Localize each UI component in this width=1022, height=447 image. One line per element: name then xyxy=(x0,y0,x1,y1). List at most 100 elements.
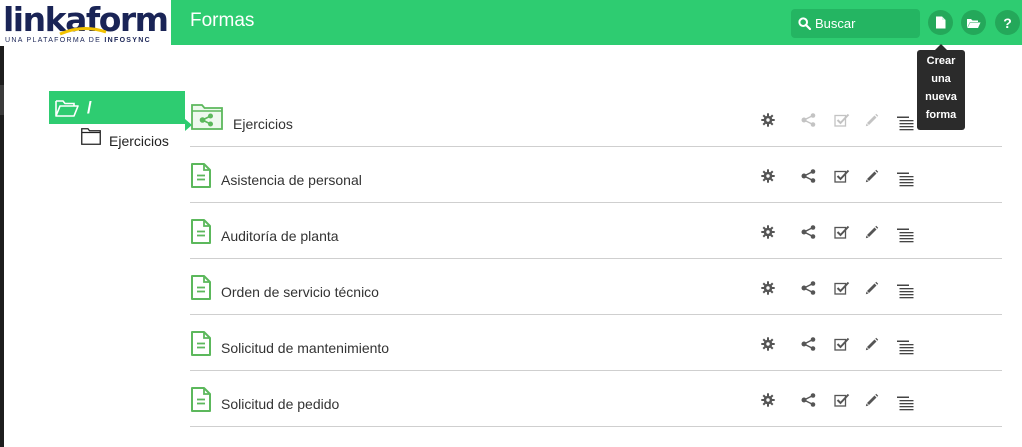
help-button[interactable]: ? xyxy=(995,10,1020,35)
records-list-button[interactable] xyxy=(895,225,915,245)
tagline-prefix: UNA PLATAFORMA DE xyxy=(5,37,105,44)
records-list-icon xyxy=(896,228,913,242)
form-icon-wrap xyxy=(191,331,211,361)
logo-swoosh-icon xyxy=(59,27,107,36)
gear-button[interactable] xyxy=(758,278,778,298)
left-edge-accent xyxy=(0,85,4,115)
share-icon xyxy=(801,393,815,407)
checkbox-icon xyxy=(834,393,850,407)
help-icon: ? xyxy=(1003,14,1012,31)
share-icon xyxy=(801,337,815,351)
page-title: Formas xyxy=(190,10,255,31)
checkbox-icon xyxy=(834,281,850,295)
form-row[interactable]: Orden de servicio técnico xyxy=(190,259,1002,315)
form-icon-wrap xyxy=(191,275,211,305)
form-document-icon xyxy=(191,163,211,188)
form-name[interactable]: Solicitud de mantenimiento xyxy=(221,340,389,356)
form-name[interactable]: Auditoría de planta xyxy=(221,228,339,244)
open-folder-button[interactable] xyxy=(961,10,986,35)
form-icon-wrap xyxy=(191,219,211,249)
share-button[interactable] xyxy=(798,166,818,186)
logo-tagline: UNA PLATAFORMA DE INFOSYNC xyxy=(5,37,151,44)
tooltip-line: Crear xyxy=(926,55,956,67)
gear-button[interactable] xyxy=(758,110,778,130)
form-document-icon xyxy=(191,219,211,244)
records-list-icon xyxy=(896,340,913,354)
tooltip-line: una xyxy=(931,73,951,85)
records-list-button[interactable] xyxy=(895,169,915,189)
tree-item-ejercicios[interactable]: Ejercicios xyxy=(81,128,169,149)
gear-button[interactable] xyxy=(758,222,778,242)
tree-root-label: / xyxy=(87,97,92,117)
form-row[interactable]: Asistencia de personal xyxy=(190,147,1002,203)
share-button[interactable] xyxy=(798,334,818,354)
folder-icon-wrap xyxy=(191,104,223,135)
search-icon xyxy=(798,17,811,30)
form-icon-wrap xyxy=(191,387,211,417)
folder-open-icon xyxy=(967,18,981,28)
checkbox-button[interactable] xyxy=(832,110,852,130)
form-row[interactable]: Solicitud de mantenimiento xyxy=(190,315,1002,371)
gear-button[interactable] xyxy=(758,166,778,186)
new-form-button[interactable] xyxy=(928,10,953,35)
form-name[interactable]: Solicitud de pedido xyxy=(221,396,339,412)
app-window: linkaform UNA PLATAFORMA DE INFOSYNC For… xyxy=(0,0,1022,447)
shared-folder-icon xyxy=(191,104,223,130)
pencil-button[interactable] xyxy=(862,334,882,354)
pencil-button[interactable] xyxy=(862,390,882,410)
checkbox-icon xyxy=(834,337,850,351)
linkaform-logo[interactable]: linkaform UNA PLATAFORMA DE INFOSYNC xyxy=(0,0,171,46)
share-icon xyxy=(801,113,815,127)
search-input[interactable]: Buscar xyxy=(791,9,920,38)
pencil-button[interactable] xyxy=(862,222,882,242)
pencil-icon xyxy=(865,113,879,127)
records-list-button[interactable] xyxy=(895,393,915,413)
gear-icon xyxy=(761,225,775,239)
pencil-button[interactable] xyxy=(862,110,882,130)
pencil-icon xyxy=(865,281,879,295)
gear-icon xyxy=(761,169,775,183)
form-icon-wrap xyxy=(191,163,211,193)
pencil-button[interactable] xyxy=(862,278,882,298)
checkbox-button[interactable] xyxy=(832,334,852,354)
gear-button[interactable] xyxy=(758,390,778,410)
top-header: Formas Buscar ? xyxy=(171,0,1022,45)
gear-icon xyxy=(761,113,775,127)
folder-name[interactable]: Ejercicios xyxy=(233,116,293,132)
folder-open-icon xyxy=(55,99,79,117)
share-icon xyxy=(801,169,815,183)
checkbox-button[interactable] xyxy=(832,166,852,186)
checkbox-button[interactable] xyxy=(832,390,852,410)
pencil-icon xyxy=(865,393,879,407)
records-list-icon xyxy=(896,116,913,130)
share-icon xyxy=(801,225,815,239)
tagline-brand: INFOSYNC xyxy=(104,37,151,44)
form-name[interactable]: Orden de servicio técnico xyxy=(221,284,379,300)
records-list-icon xyxy=(896,172,913,186)
pencil-icon xyxy=(865,225,879,239)
checkbox-icon xyxy=(834,169,850,183)
folder-icon xyxy=(81,128,101,145)
share-button[interactable] xyxy=(798,390,818,410)
pencil-button[interactable] xyxy=(862,166,882,186)
form-row[interactable]: Solicitud de pedido xyxy=(190,371,1002,427)
pencil-icon xyxy=(865,337,879,351)
form-row[interactable]: Auditoría de planta xyxy=(190,203,1002,259)
tree-root-folder[interactable]: / xyxy=(49,91,192,131)
records-list-icon xyxy=(896,284,913,298)
share-button[interactable] xyxy=(798,222,818,242)
share-button[interactable] xyxy=(798,278,818,298)
search-placeholder: Buscar xyxy=(815,16,856,31)
tree-item-label: Ejercicios xyxy=(109,133,169,149)
records-list-button[interactable] xyxy=(895,113,915,133)
gear-icon xyxy=(761,337,775,351)
gear-button[interactable] xyxy=(758,334,778,354)
checkbox-button[interactable] xyxy=(832,222,852,242)
folder-row[interactable]: Ejercicios xyxy=(190,91,1002,147)
form-name[interactable]: Asistencia de personal xyxy=(221,172,362,188)
form-document-icon xyxy=(191,331,211,356)
records-list-button[interactable] xyxy=(895,337,915,357)
records-list-button[interactable] xyxy=(895,281,915,301)
checkbox-button[interactable] xyxy=(832,278,852,298)
share-button[interactable] xyxy=(798,110,818,130)
